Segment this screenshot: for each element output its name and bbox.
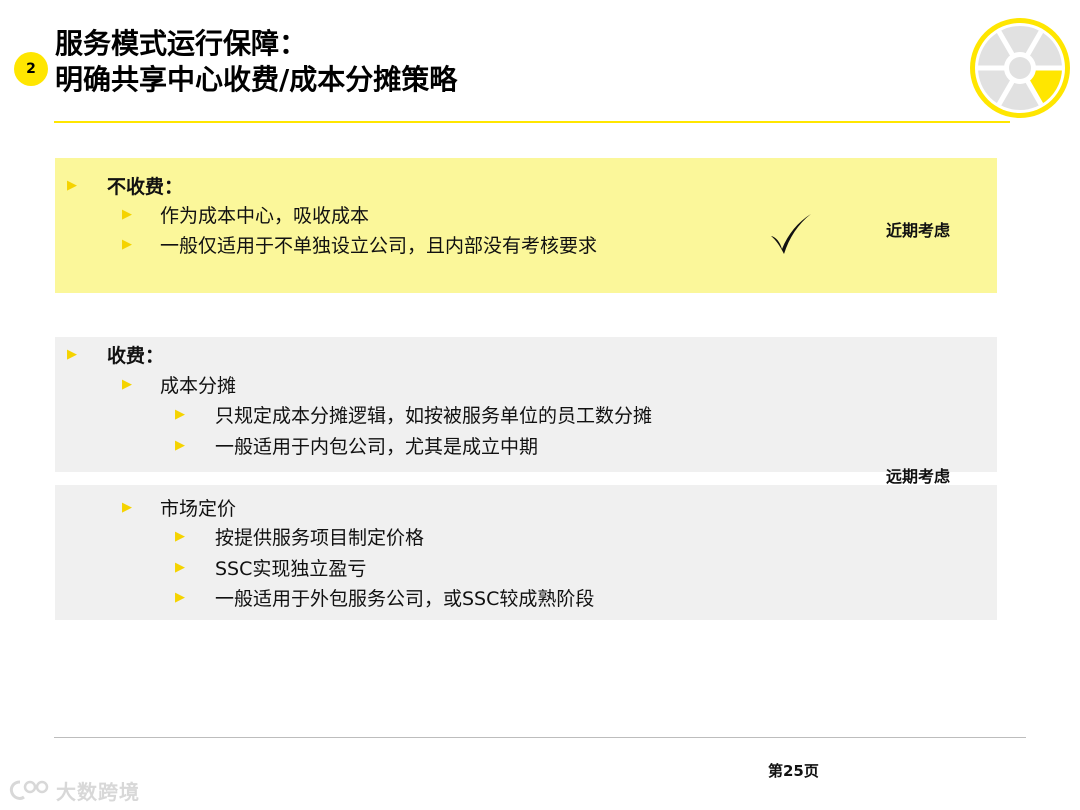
list-item: ▶ SSC实现独立盈亏 [175,553,366,581]
list-item: ▶ 作为成本中心，吸收成本 [122,200,369,228]
near-term-note: 近期考虑 [886,221,951,240]
bullet-arrow-icon: ▶ [122,206,132,222]
market-pricing-row: ▶ 市场定价 [122,493,236,521]
check-icon [771,214,811,254]
option-free-heading-row: ▶ 不收费： [67,171,183,199]
option-free-heading: 不收费： [107,175,184,198]
cost-allocation-item-2: 一般适用于内包公司，尤其是成立中期 [215,435,539,458]
bullet-arrow-icon: ▶ [175,528,185,544]
long-term-note: 远期考虑 [886,467,951,486]
list-item: ▶ 按提供服务项目制定价格 [175,522,424,550]
option-charge-heading: 收费： [107,344,165,367]
market-pricing-item-2: SSC实现独立盈亏 [215,557,367,580]
list-item: ▶ 一般适用于内包公司，尤其是成立中期 [175,431,538,459]
watermark-logo-icon [9,780,49,800]
market-pricing-item-3: 一般适用于外包服务公司，或SSC较成熟阶段 [215,587,595,610]
bullet-arrow-icon: ▶ [67,346,77,362]
cost-allocation-label: 成本分摊 [160,374,237,397]
segmented-ring-logo-icon [970,18,1070,118]
section-number-badge: 2 [14,52,48,86]
list-item: ▶ 只规定成本分摊逻辑，如按被服务单位的员工数分摊 [175,400,652,428]
header-divider [54,121,1010,123]
watermark-text: 大数跨境 [56,780,140,804]
page-title: 服务模式运行保障： 明确共享中心收费/成本分摊策略 [55,26,457,98]
option-charge-heading-row: ▶ 收费： [67,340,164,368]
bullet-arrow-icon: ▶ [175,437,185,453]
cost-allocation-row: ▶ 成本分摊 [122,370,236,398]
bullet-arrow-icon: ▶ [175,406,185,422]
option-free-item-2: 一般仅适用于不单独设立公司，且内部没有考核要求 [160,234,598,257]
bullet-arrow-icon: ▶ [122,376,132,392]
title-line-1: 服务模式运行保障： [55,27,308,60]
market-pricing-item-1: 按提供服务项目制定价格 [215,526,425,549]
bullet-arrow-icon: ▶ [122,236,132,252]
bullet-arrow-icon: ▶ [175,559,185,575]
page-number: 第25页 [768,762,819,780]
bullet-arrow-icon: ▶ [175,589,185,605]
title-line-2: 明确共享中心收费/成本分摊策略 [55,63,458,96]
list-item: ▶ 一般适用于外包服务公司，或SSC较成熟阶段 [175,583,594,611]
market-pricing-label: 市场定价 [160,497,237,520]
bullet-arrow-icon: ▶ [67,177,77,193]
list-item: ▶ 一般仅适用于不单独设立公司，且内部没有考核要求 [122,230,597,258]
footer-divider [54,737,1026,738]
bullet-arrow-icon: ▶ [122,499,132,515]
watermark: 大数跨境 [8,776,140,805]
cost-allocation-item-1: 只规定成本分摊逻辑，如按被服务单位的员工数分摊 [215,404,653,427]
option-free-item-1: 作为成本中心，吸收成本 [160,204,370,227]
